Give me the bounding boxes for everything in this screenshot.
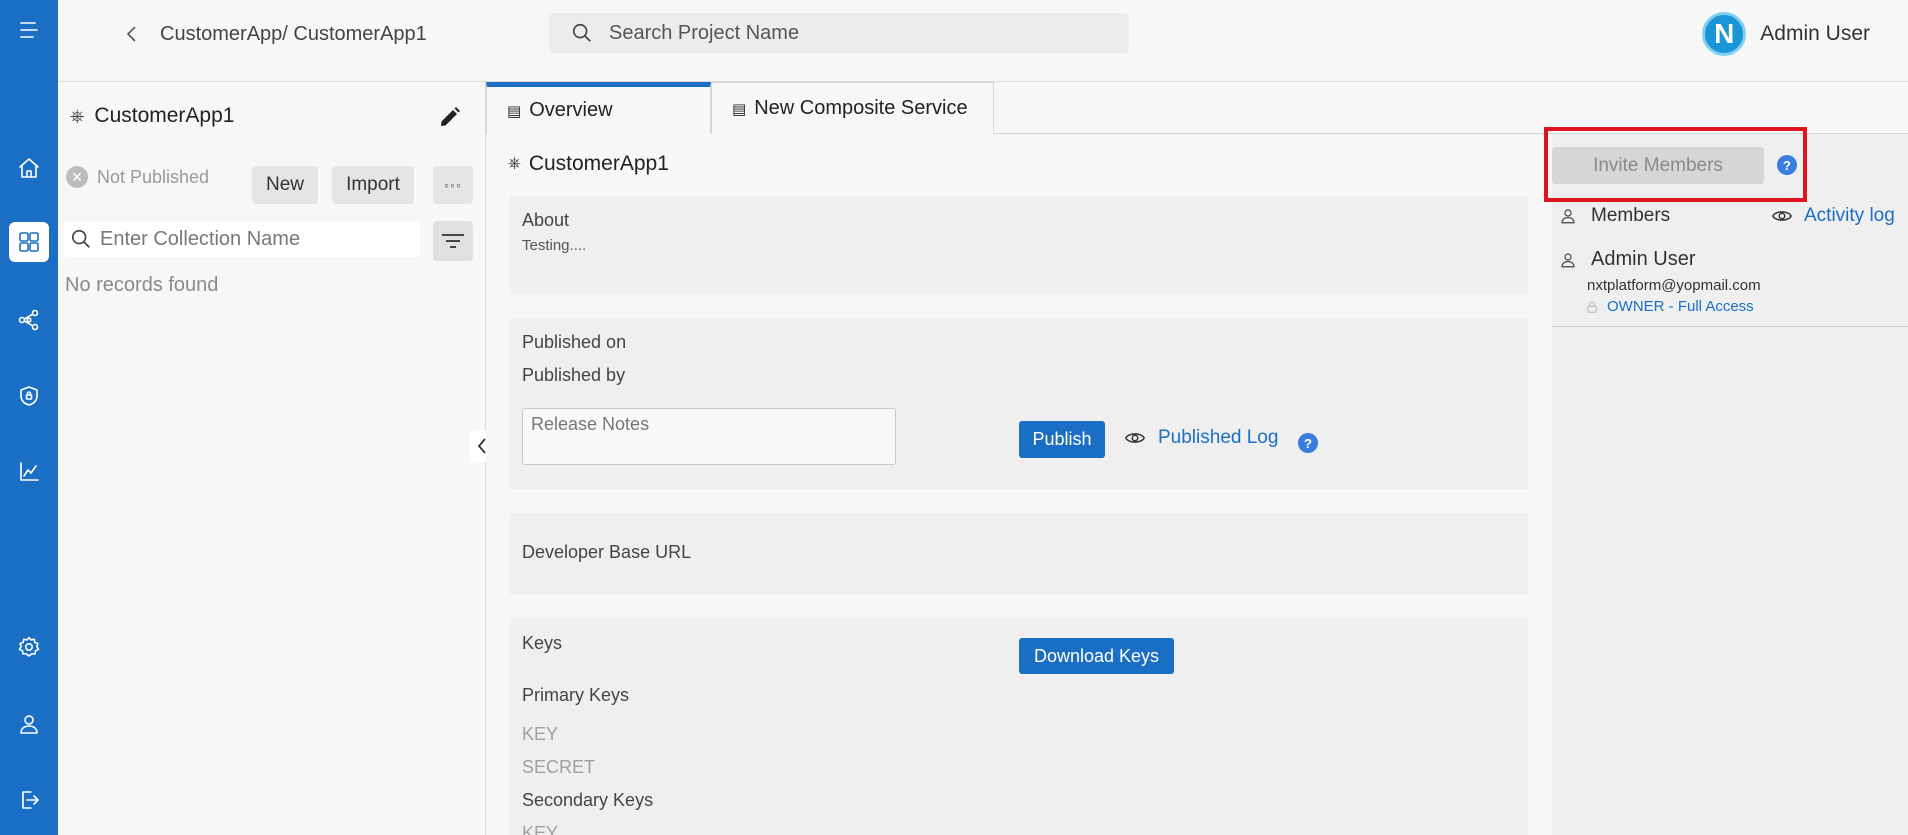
published-log-link[interactable]: Published Log (1124, 427, 1278, 449)
collections-panel: ⎈ CustomerApp1 ✕ Not Published New Impor… (58, 82, 486, 835)
about-label: About (522, 210, 570, 230)
import-button[interactable]: Import (332, 166, 414, 204)
project-search-input[interactable] (609, 21, 1089, 45)
more-options-icon[interactable]: ◦◦◦ (433, 166, 473, 204)
person-icon (1561, 252, 1575, 267)
logout-icon[interactable] (9, 780, 49, 820)
about-card: About Testing.... (510, 196, 1528, 294)
tab-new-composite-service[interactable]: ▤ New Composite Service (711, 82, 994, 134)
collection-search (64, 221, 420, 257)
project-search (549, 13, 1129, 53)
user-name[interactable]: Admin User (1760, 22, 1870, 46)
search-icon (572, 23, 591, 42)
tab-overview[interactable]: ▤ Overview (486, 82, 711, 134)
eye-icon (1772, 211, 1792, 221)
divider (1552, 326, 1908, 327)
panel-header: ⎈ CustomerApp1 (70, 104, 234, 128)
back-icon[interactable] (118, 20, 146, 48)
member-name: Admin User (1591, 248, 1696, 270)
person-icon (1561, 209, 1575, 224)
lock-icon (1587, 300, 1597, 313)
highlight-box (1544, 127, 1807, 202)
publish-status: ✕ Not Published (66, 166, 209, 188)
member-item[interactable]: Admin User (1559, 248, 1695, 271)
secondary-keys-label: Secondary Keys (522, 790, 654, 810)
app-icon: ⎈ (70, 105, 85, 126)
developer-base-url-card: Developer Base URL (510, 513, 1528, 595)
analytics-icon[interactable] (9, 452, 49, 492)
document-icon: ▤ (732, 100, 747, 118)
shield-icon[interactable] (9, 376, 49, 416)
members-label: Members (1591, 205, 1671, 226)
member-email: nxtplatform@yopmail.com (1587, 277, 1761, 294)
main-content: ▤ Overview ▤ New Composite Service ⎈ Cus… (486, 82, 1908, 835)
developer-base-url-label: Developer Base URL (522, 542, 692, 562)
release-notes-field[interactable] (522, 408, 896, 465)
not-published-icon: ✕ (66, 166, 88, 188)
settings-icon[interactable] (9, 627, 49, 667)
new-button[interactable]: New (252, 166, 318, 204)
about-text: Testing.... (522, 237, 587, 254)
member-role-text: OWNER - Full Access (1607, 298, 1754, 315)
menu-icon[interactable] (9, 10, 49, 50)
member-role: OWNER - Full Access (1585, 298, 1754, 315)
help-icon[interactable]: ? (1298, 433, 1318, 453)
page-title: ⎈ CustomerApp1 (508, 152, 669, 176)
published-log-label: Published Log (1158, 427, 1279, 448)
avatar[interactable]: N (1702, 12, 1747, 56)
primary-secret-label: SECRET (522, 757, 596, 777)
empty-state: No records found (65, 274, 219, 296)
tab-label: New Composite Service (754, 97, 968, 119)
members-header: Members (1559, 205, 1670, 227)
page-title-text: CustomerApp1 (528, 152, 669, 175)
published-by-label: Published by (522, 365, 626, 385)
download-keys-button[interactable]: Download Keys (1019, 638, 1174, 674)
primary-key-label: KEY (522, 724, 559, 744)
members-panel (1552, 134, 1908, 835)
edit-pencil-icon[interactable] (435, 102, 465, 132)
keys-card: Keys Download Keys Primary Keys KEY SECR… (510, 618, 1528, 835)
status-text: Not Published (97, 166, 210, 187)
publish-button[interactable]: Publish (1019, 421, 1105, 458)
app-icon: ⎈ (508, 155, 521, 172)
tab-label: Overview (529, 99, 613, 121)
filter-icon[interactable] (433, 221, 473, 261)
top-bar: CustomerApp/ CustomerApp1 N Admin User (58, 0, 1908, 82)
breadcrumb-text[interactable]: CustomerApp/ CustomerApp1 (160, 23, 427, 46)
left-rail (0, 0, 58, 835)
user-icon[interactable] (9, 704, 49, 744)
eye-icon (1125, 433, 1145, 443)
published-on-label: Published on (522, 332, 627, 352)
breadcrumb: CustomerApp/ CustomerApp1 (118, 20, 427, 48)
secondary-key-label: KEY (522, 823, 559, 835)
collection-search-input[interactable] (100, 227, 400, 251)
primary-keys-label: Primary Keys (522, 685, 630, 705)
keys-label: Keys (522, 633, 563, 653)
home-icon[interactable] (9, 148, 49, 188)
dashboard-icon[interactable] (9, 222, 49, 262)
activity-log-link[interactable]: Activity log (1770, 205, 1895, 227)
activity-log-label: Activity log (1804, 205, 1895, 226)
share-icon[interactable] (9, 300, 49, 340)
document-icon: ▤ (507, 102, 522, 120)
app-name: CustomerApp1 (94, 104, 235, 127)
publish-card: Published on Published by Publish Publis… (510, 318, 1528, 489)
user-menu[interactable]: N Admin User (1702, 12, 1870, 56)
search-icon (71, 229, 90, 248)
